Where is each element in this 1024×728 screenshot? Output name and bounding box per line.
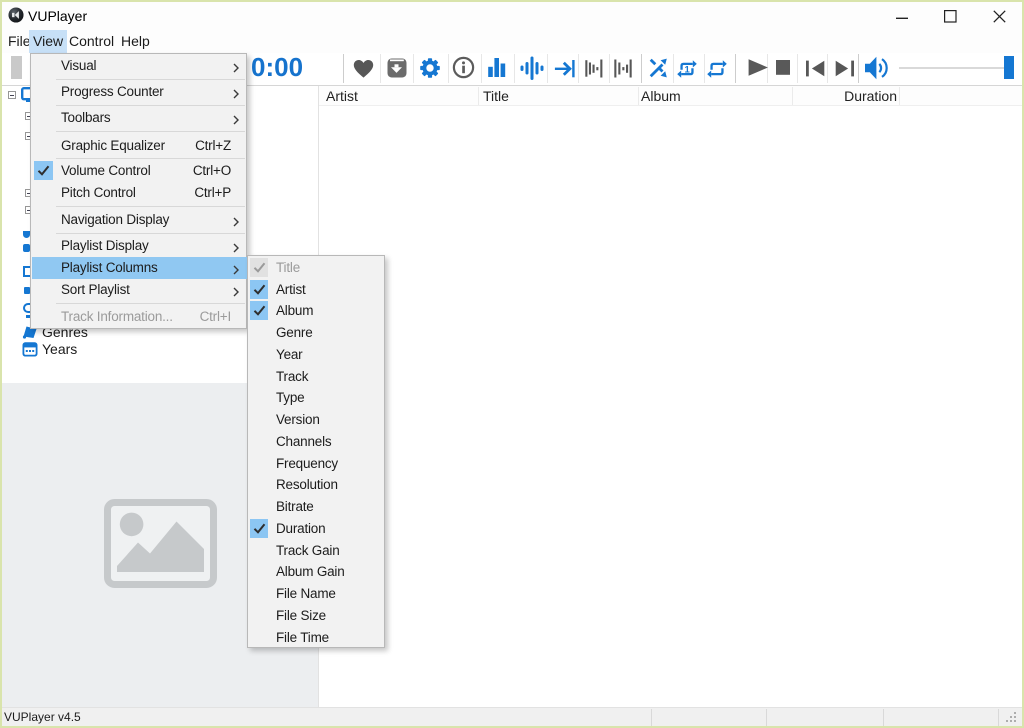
svg-text:1: 1 bbox=[685, 64, 691, 75]
